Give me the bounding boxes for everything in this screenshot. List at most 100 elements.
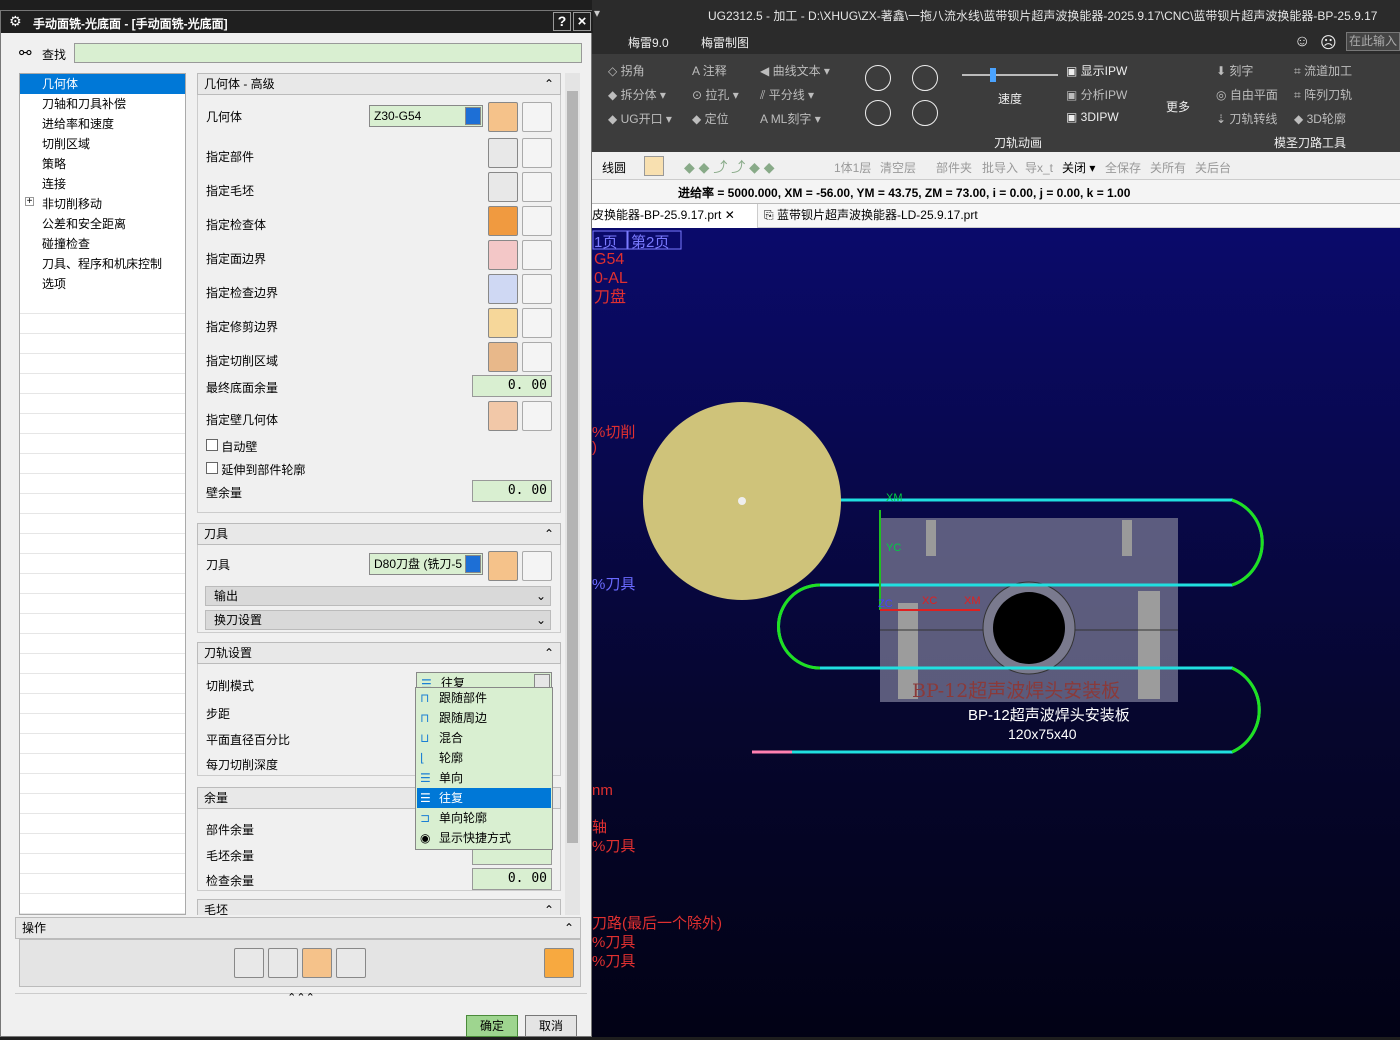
eye-icon[interactable] [522,274,552,304]
new-geometry-icon[interactable] [488,102,518,132]
smile-icon[interactable]: ☺ [1294,33,1310,51]
edit-tool-icon[interactable] [522,551,552,581]
auto-wall-checkbox[interactable]: 自动壁 [206,438,257,455]
dialog-title-bar[interactable]: ⚙ 手动面铣-光底面 - [手动面铣-光底面] ? × [1,11,593,33]
list-icon[interactable] [336,948,366,978]
tree-item-feeds[interactable]: 进给率和速度 [20,114,185,134]
eye-icon[interactable] [522,401,552,431]
ribbon-curve-text-button[interactable]: ◀ 曲线文本 ▾ [760,62,830,79]
toolbar-icons[interactable]: ◆ ◆ ⤴ ⤴ ◆ ◆ [684,157,775,177]
tree-item-tool-axis[interactable]: 刀轴和刀具补偿 [20,94,185,114]
collapse-icon[interactable]: ⌃ [544,524,554,544]
file-tab-bp[interactable]: 皮换能器-BP-25.9.17.prt ✕ [592,204,758,228]
eye-icon[interactable] [522,138,552,168]
find-input[interactable] [74,43,582,63]
ribbon-locate-button[interactable]: ◆ 定位 [692,110,729,127]
blank-section-header[interactable]: 毛坯 ⌃ [197,899,561,915]
tool-change-subsection[interactable]: 换刀设置 ⌄ [205,610,551,630]
free-plane-button[interactable]: ◎ 自由平面 [1216,86,1278,103]
ribbon-annotation-button[interactable]: A 注释 [692,62,727,79]
cmd-close[interactable]: 关闭 ▾ [1062,159,1095,176]
frown-icon[interactable]: ☹ [1320,33,1337,53]
eye-icon[interactable] [522,342,552,372]
cmd-save-all[interactable]: 全保存 [1105,159,1141,176]
array-path-button[interactable]: ⌗ 阵列刀轨 [1294,86,1352,103]
close-button[interactable]: × [573,12,591,31]
play-icon[interactable] [912,65,938,91]
tool-section-header[interactable]: 刀具 ⌃ [197,523,561,545]
cancel-button[interactable]: 取消 [525,1015,577,1037]
box-icon[interactable] [644,156,664,176]
engrave-button[interactable]: ⬇ 刻字 [1216,62,1253,79]
geometry-select[interactable]: Z30-G54 [369,105,483,127]
graphics-viewport[interactable]: 1页 第2页 G54 0-AL 刀盘 %切削 ) %刀具 XM YC ZC XC… [592,228,1400,1037]
wall-geometry-icon[interactable] [488,401,518,431]
dropdown-icon[interactable]: ▾ [594,6,600,20]
ribbon-split-body-button[interactable]: ◆ 拆分体 ▾ [608,86,666,103]
show-ipw-button[interactable]: ▣ 显示IPW [1066,62,1127,79]
option-single-direction[interactable]: ☰ 单向 [417,768,551,788]
option-profile[interactable]: ⌊ 轮廓 [417,748,551,768]
cut-region-icon[interactable] [488,342,518,372]
specify-blank-icon[interactable] [488,172,518,202]
eye-icon[interactable] [522,240,552,270]
final-floor-stock-input[interactable]: 0. 00 [472,375,552,397]
output-subsection[interactable]: 输出 ⌄ [205,586,551,606]
check-stock-input[interactable]: 0. 00 [472,868,552,890]
more-button[interactable]: 更多 [1166,98,1190,115]
chevron-down-icon[interactable] [465,555,481,573]
tool-select[interactable]: D80刀盘 (铣刀-5 [369,553,483,575]
specify-check-icon[interactable] [488,206,518,236]
ribbon-bisector-button[interactable]: ⫽ 平分线 ▾ [760,86,814,103]
page-tab-2[interactable]: 第2页 [631,231,669,252]
step-back-icon[interactable] [865,65,891,91]
chevron-down-icon[interactable]: ⌄ [536,611,546,629]
cmd-batch-import[interactable]: 批导入 [982,159,1018,176]
command-search-input[interactable]: 在此输入 [1346,32,1400,51]
collapse-icon[interactable]: ⌃ [544,74,554,94]
option-follow-periphery[interactable]: ⊓ 跟随周边 [417,708,551,728]
replay-icon[interactable] [268,948,298,978]
help-button[interactable]: ? [553,12,571,31]
face-boundary-icon[interactable] [488,240,518,270]
tree-item-options[interactable]: 选项 [20,274,185,294]
expand-more-icon[interactable]: ⌃⌃⌃ [15,993,587,1005]
3dipw-button[interactable]: ▣ 3DIPW [1066,110,1119,124]
ok-button[interactable]: 确定 [466,1015,518,1037]
cmd-line-circle[interactable]: 线圆 [602,159,626,176]
collapse-icon[interactable]: ⌃ [544,900,554,915]
option-follow-part[interactable]: ⊓ 跟随部件 [417,688,551,708]
cmd-close-all[interactable]: 关所有 [1150,159,1186,176]
forward-end-icon[interactable] [912,100,938,126]
cmd-close-background[interactable]: 关后台 [1195,159,1231,176]
tree-item-connections[interactable]: 连接 [20,174,185,194]
ribbon-ml-engrave-button[interactable]: A ML刻字 ▾ [760,110,821,127]
runner-machining-button[interactable]: ⌗ 流道加工 [1294,62,1352,79]
analyze-ipw-button[interactable]: ▣ 分析IPW [1066,86,1127,103]
tree-item-tolerance[interactable]: 公差和安全距离 [20,214,185,234]
tree-item-strategy[interactable]: 策略 [20,154,185,174]
new-tool-icon[interactable] [488,551,518,581]
wrench-icon[interactable] [522,102,552,132]
speed-slider-thumb[interactable] [990,68,996,82]
cmd-export-xt[interactable]: 导x_t [1025,159,1053,176]
3d-contour-button[interactable]: ◆ 3D轮廓 [1294,110,1346,127]
ribbon-corner-button[interactable]: ◇ 拐角 [608,62,645,79]
tree-item-machine-control[interactable]: 刀具、程序和机床控制 [20,254,185,274]
check-boundary-icon[interactable] [488,274,518,304]
generate-icon[interactable] [234,948,264,978]
option-show-shortcuts[interactable]: ◉ 显示快捷方式 [417,828,551,848]
tree-item-geometry[interactable]: 几何体 [20,74,185,94]
eye-icon[interactable] [522,308,552,338]
eye-icon[interactable] [522,206,552,236]
option-mixed[interactable]: ⊔ 混合 [417,728,551,748]
chevron-down-icon[interactable] [465,107,481,125]
eye-icon[interactable] [522,172,552,202]
extend-outline-checkbox[interactable]: 延伸到部件轮廓 [206,461,305,478]
speed-slider[interactable] [962,74,1058,76]
rewind-icon[interactable] [865,100,891,126]
option-zigzag[interactable]: ☰ 往复 [417,788,551,808]
option-single-profile[interactable]: ⊐ 单向轮廓 [417,808,551,828]
ribbon-tab-1[interactable]: 梅雷9.0 [628,34,669,51]
path-settings-header[interactable]: 刀轨设置 ⌃ [197,642,561,664]
